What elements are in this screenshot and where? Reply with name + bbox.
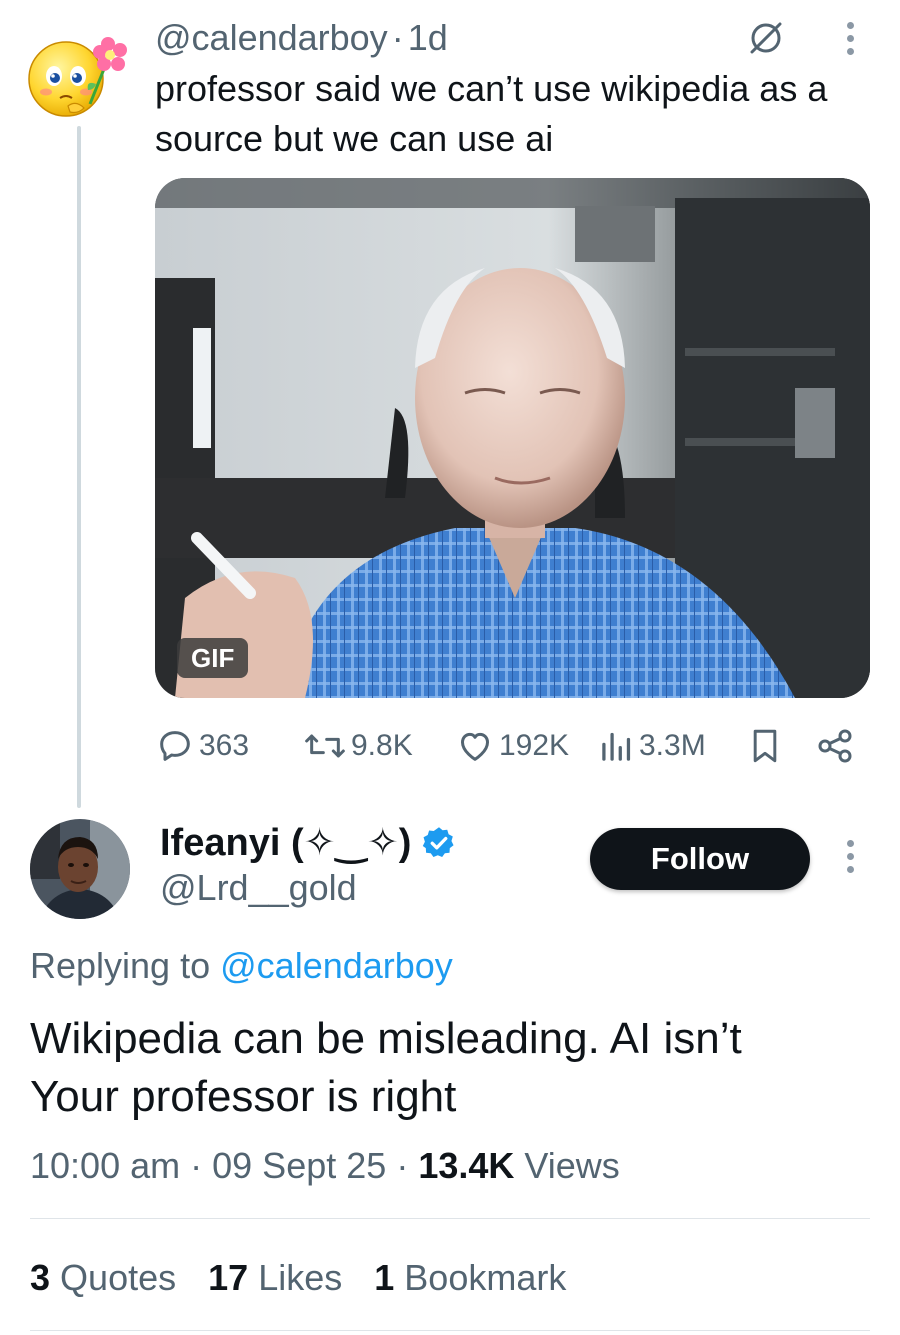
thread-connector-line bbox=[77, 126, 81, 808]
bookmark-icon bbox=[753, 729, 777, 763]
repost-button[interactable]: 9.8K bbox=[303, 718, 413, 774]
parent-author-handle[interactable]: @calendarboy bbox=[155, 17, 388, 58]
parent-tweet-age[interactable]: 1d bbox=[408, 17, 448, 58]
follow-button[interactable]: Follow bbox=[590, 828, 810, 890]
repost-icon bbox=[305, 734, 345, 758]
replying-to-line: Replying to @calendarboy bbox=[30, 942, 453, 990]
heart-icon bbox=[461, 732, 489, 761]
parent-avatar[interactable] bbox=[24, 24, 134, 124]
like-button[interactable]: 192K bbox=[455, 718, 569, 774]
reply-author-avatar[interactable] bbox=[30, 819, 130, 919]
parent-more-options-icon[interactable] bbox=[842, 22, 858, 55]
reply-date[interactable]: 09 Sept 25 bbox=[212, 1145, 386, 1186]
avatar-photo bbox=[30, 819, 130, 919]
quotes-label: Quotes bbox=[60, 1257, 177, 1298]
reply-text-line: Your professor is right bbox=[30, 1072, 457, 1121]
reply-author-name-row[interactable]: Ifeanyi (✧‿✧) bbox=[160, 818, 457, 868]
bookmark-button[interactable] bbox=[747, 718, 783, 774]
reply-count: 363 bbox=[199, 729, 250, 762]
meta-separator: · bbox=[391, 17, 404, 58]
verified-badge-icon bbox=[423, 827, 454, 857]
repost-count: 9.8K bbox=[351, 729, 413, 762]
grok-icon[interactable] bbox=[744, 16, 788, 60]
reply-views-label: Views bbox=[524, 1145, 620, 1186]
views-button[interactable]: 3.3M bbox=[599, 718, 706, 774]
reply-timestamp-row: 10:00 am · 09 Sept 25 · 13.4K Views bbox=[30, 1142, 620, 1190]
share-icon bbox=[818, 729, 852, 763]
divider bbox=[30, 1218, 870, 1219]
reply-icon bbox=[160, 731, 190, 761]
gif-badge: GIF bbox=[177, 638, 249, 678]
bookmarks-label: Bookmark bbox=[404, 1257, 567, 1298]
views-chart-icon bbox=[602, 732, 631, 761]
replying-to-mention[interactable]: @calendarboy bbox=[220, 945, 453, 986]
parent-tweet-header: @calendarboy · 1d bbox=[155, 16, 448, 60]
quotes-stat[interactable]: 3 Quotes bbox=[30, 1254, 176, 1302]
reply-views-count: 13.4K bbox=[418, 1145, 515, 1186]
likes-label: Likes bbox=[258, 1257, 343, 1298]
parent-tweet-gif[interactable]: GIF bbox=[155, 178, 870, 698]
shy-smiley-flower-icon bbox=[28, 37, 127, 117]
views-count: 3.3M bbox=[639, 729, 706, 762]
divider bbox=[30, 1330, 870, 1331]
likes-count: 17 bbox=[208, 1257, 249, 1298]
replying-to-prefix: Replying to bbox=[30, 945, 211, 986]
reply-text-line: Wikipedia can be misleading. AI isn’t bbox=[30, 1014, 742, 1063]
parent-action-bar: 363 9.8K 192K 3.3M bbox=[155, 718, 870, 774]
reply-stats-row: 3 Quotes 17 Likes 1 Bookmark bbox=[30, 1254, 566, 1302]
reply-button[interactable]: 363 bbox=[155, 718, 249, 774]
bookmarks-count: 1 bbox=[374, 1257, 395, 1298]
share-button[interactable] bbox=[815, 718, 855, 774]
bookmarks-stat[interactable]: 1 Bookmark bbox=[374, 1254, 566, 1302]
reply-tweet-text: Wikipedia can be misleading. AI isn’t Yo… bbox=[30, 1010, 870, 1126]
reply-author-handle[interactable]: @Lrd__gold bbox=[160, 864, 357, 912]
reply-time[interactable]: 10:00 am bbox=[30, 1145, 180, 1186]
reply-more-options-icon[interactable] bbox=[842, 840, 858, 873]
like-count: 192K bbox=[499, 729, 570, 762]
quotes-count: 3 bbox=[30, 1257, 51, 1298]
timestamp-separator: · bbox=[190, 1145, 203, 1186]
parent-tweet-text: professor said we can’t use wikipedia as… bbox=[155, 68, 828, 159]
timestamp-separator: · bbox=[396, 1145, 409, 1186]
likes-stat[interactable]: 17 Likes bbox=[208, 1254, 342, 1302]
reply-display-name: Ifeanyi (✧‿✧) bbox=[160, 822, 412, 864]
gif-preview-image bbox=[155, 178, 870, 698]
